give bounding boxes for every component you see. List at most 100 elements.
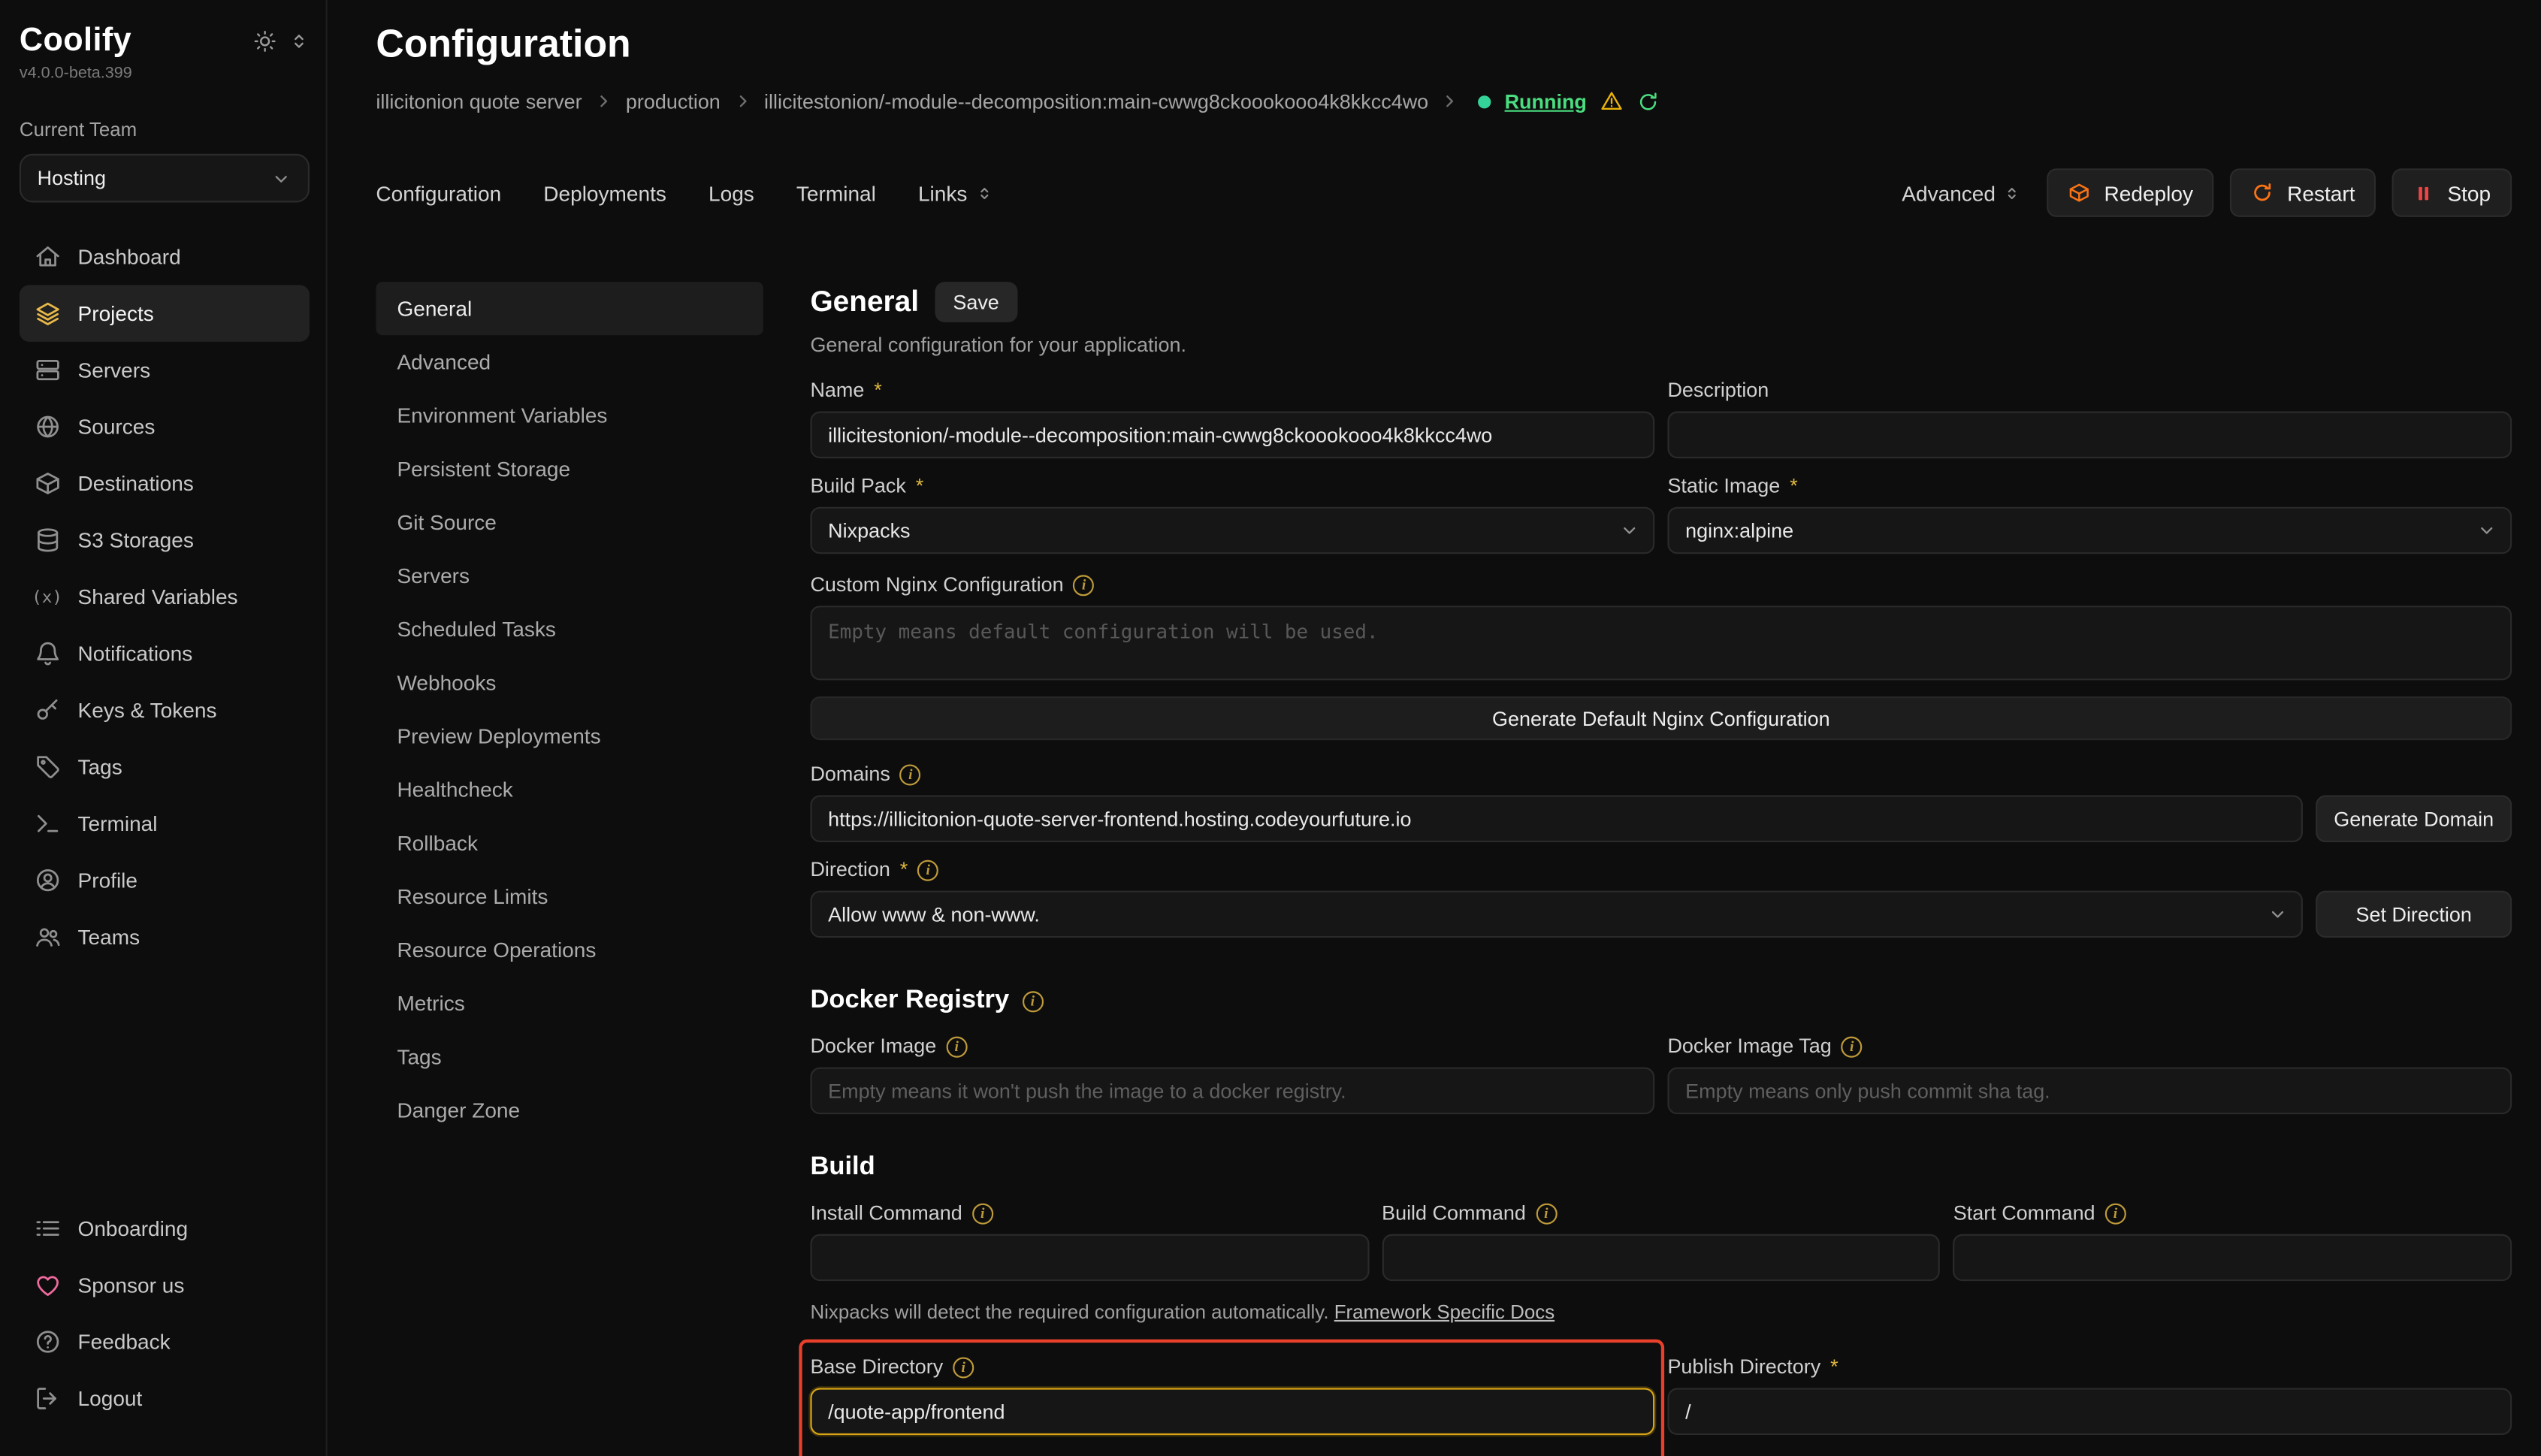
sidebar-item-tags[interactable]: Tags <box>20 739 310 795</box>
sidebar-item-sponsor-us[interactable]: Sponsor us <box>20 1257 310 1313</box>
sidebar-item-teams[interactable]: Teams <box>20 908 310 965</box>
start-command-label: Start Command <box>1953 1202 2512 1225</box>
breadcrumb-project[interactable]: illicitonion quote server <box>376 90 582 113</box>
status-dot <box>1479 95 1491 107</box>
custom-nginx-textarea[interactable] <box>810 606 2512 680</box>
sidebar-item-s3-storages[interactable]: S3 Storages <box>20 512 310 568</box>
breadcrumb: illicitonion quote server production ill… <box>376 89 2512 113</box>
chevron-up-down-icon[interactable] <box>289 31 310 52</box>
app-version: v4.0.0-beta.399 <box>20 65 310 83</box>
subnav-persistent-storage[interactable]: Persistent Storage <box>376 443 763 496</box>
domains-field[interactable] <box>810 795 2302 842</box>
base-directory-group: Base Directory <box>810 1355 1654 1435</box>
sidebar-item-label: Terminal <box>78 811 158 835</box>
section-subtitle: General configuration for your applicati… <box>810 334 2512 356</box>
subnav-git-source[interactable]: Git Source <box>376 496 763 549</box>
docker-image-tag-field[interactable] <box>1667 1068 2512 1115</box>
question-icon <box>32 1328 62 1357</box>
sidebar-item-shared-variables[interactable]: (x) Shared Variables <box>20 569 310 625</box>
sidebar-item-sources[interactable]: Sources <box>20 398 310 455</box>
sidebar-nav: Dashboard Projects Servers Sources Desti… <box>20 228 310 965</box>
sidebar-item-servers[interactable]: Servers <box>20 342 310 398</box>
install-command-field[interactable] <box>810 1234 1368 1282</box>
generate-nginx-button[interactable]: Generate Default Nginx Configuration <box>810 696 2512 740</box>
stop-button[interactable]: Stop <box>2392 168 2512 217</box>
breadcrumb-environment[interactable]: production <box>626 90 721 113</box>
restart-button[interactable]: Restart <box>2231 168 2376 217</box>
sidebar-item-onboarding[interactable]: Onboarding <box>20 1200 310 1256</box>
base-directory-field[interactable] <box>810 1388 1654 1435</box>
subnav-resource-operations[interactable]: Resource Operations <box>376 923 763 977</box>
direction-label: Direction* <box>810 859 2512 881</box>
custom-nginx-label: Custom Nginx Configuration <box>810 573 2512 596</box>
publish-directory-field[interactable] <box>1667 1388 2512 1435</box>
subnav-environment-variables[interactable]: Environment Variables <box>376 388 763 442</box>
terminal-icon <box>32 809 62 838</box>
subnav-healthcheck[interactable]: Healthcheck <box>376 763 763 816</box>
sidebar-top-icons <box>252 29 309 53</box>
start-command-field[interactable] <box>1953 1234 2512 1282</box>
tab-links[interactable]: Links <box>918 180 993 204</box>
info-icon <box>1536 1203 1557 1224</box>
subnav-webhooks[interactable]: Webhooks <box>376 656 763 709</box>
tag-icon <box>32 752 62 781</box>
tab-logs[interactable]: Logs <box>709 180 754 204</box>
subnav-resource-limits[interactable]: Resource Limits <box>376 870 763 923</box>
main-area: Configuration illicitonion quote server … <box>328 0 2541 1456</box>
subnav-metrics[interactable]: Metrics <box>376 977 763 1030</box>
subnav-tags[interactable]: Tags <box>376 1030 763 1083</box>
info-icon <box>900 763 921 784</box>
info-icon <box>1074 574 1095 595</box>
warning-icon[interactable] <box>1600 89 1624 113</box>
breadcrumb-application[interactable]: illicitestonion/-module--decomposition:m… <box>764 90 1428 113</box>
sidebar-item-projects[interactable]: Projects <box>20 285 310 341</box>
docker-image-label: Docker Image <box>810 1035 1654 1058</box>
sidebar-item-dashboard[interactable]: Dashboard <box>20 228 310 285</box>
brand-row: Coolify <box>20 23 310 60</box>
sidebar-item-destinations[interactable]: Destinations <box>20 455 310 512</box>
team-select[interactable]: Hosting <box>20 154 310 203</box>
sun-icon[interactable] <box>252 29 276 53</box>
save-button[interactable]: Save <box>935 282 1017 322</box>
sidebar-item-label: Sources <box>78 415 156 439</box>
framework-docs-link[interactable]: Framework Specific Docs <box>1334 1300 1555 1323</box>
subnav-servers[interactable]: Servers <box>376 549 763 603</box>
sidebar-item-label: Onboarding <box>78 1216 189 1240</box>
subnav-rollback[interactable]: Rollback <box>376 816 763 869</box>
generate-domain-button[interactable]: Generate Domain <box>2316 795 2512 842</box>
sidebar-item-logout[interactable]: Logout <box>20 1370 310 1427</box>
chevron-up-down-icon <box>975 184 993 202</box>
set-direction-button[interactable]: Set Direction <box>2316 891 2512 938</box>
settings-subnav: General Advanced Environment Variables P… <box>376 282 763 1456</box>
build-pack-select[interactable]: Nixpacks <box>810 507 1654 554</box>
sidebar-item-profile[interactable]: Profile <box>20 852 310 908</box>
sidebar-item-notifications[interactable]: Notifications <box>20 625 310 681</box>
static-image-select[interactable]: nginx:alpine <box>1667 507 2512 554</box>
redeploy-button[interactable]: Redeploy <box>2047 168 2214 217</box>
tab-configuration[interactable]: Configuration <box>376 180 501 204</box>
build-command-field[interactable] <box>1382 1234 1940 1282</box>
description-field[interactable] <box>1667 412 2512 459</box>
direction-select[interactable]: Allow www & non-www. <box>810 891 2302 938</box>
description-label: Description <box>1667 379 2512 401</box>
subnav-preview-deployments[interactable]: Preview Deployments <box>376 709 763 763</box>
status-badge[interactable]: Running <box>1505 90 1587 113</box>
brand-title: Coolify <box>20 23 131 60</box>
subnav-danger-zone[interactable]: Danger Zone <box>376 1083 763 1137</box>
section-title-general: General <box>810 285 919 319</box>
info-icon <box>953 1356 974 1377</box>
sidebar-item-feedback[interactable]: Feedback <box>20 1313 310 1370</box>
sidebar-item-terminal[interactable]: Terminal <box>20 795 310 851</box>
docker-image-field[interactable] <box>810 1068 1654 1115</box>
subnav-advanced[interactable]: Advanced <box>376 335 763 388</box>
subnav-scheduled-tasks[interactable]: Scheduled Tasks <box>376 603 763 656</box>
name-field[interactable] <box>810 412 1654 459</box>
subnav-general[interactable]: General <box>376 282 763 335</box>
refresh-icon[interactable] <box>1637 90 1660 113</box>
sidebar-item-keys-tokens[interactable]: Keys & Tokens <box>20 682 310 739</box>
info-icon <box>2104 1203 2126 1224</box>
tab-terminal[interactable]: Terminal <box>796 180 876 204</box>
tab-deployments[interactable]: Deployments <box>543 180 666 204</box>
sidebar-item-label: Shared Variables <box>78 585 238 609</box>
advanced-dropdown[interactable]: Advanced <box>1902 180 2021 204</box>
